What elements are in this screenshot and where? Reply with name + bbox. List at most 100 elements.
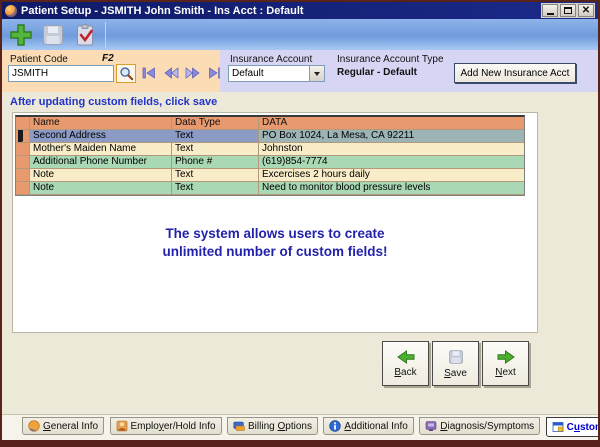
insurance-section: Insurance Account Default Insurance Acco… <box>220 50 598 92</box>
patient-code-input[interactable] <box>8 65 114 82</box>
column-header-data-type: Data Type <box>172 117 259 130</box>
hint-text: After updating custom fields, click save <box>2 93 598 112</box>
general-info-icon <box>28 420 40 432</box>
maximize-button[interactable] <box>560 4 576 17</box>
close-icon: ✕ <box>582 6 590 16</box>
cell-data[interactable]: (619)854-7774 <box>259 156 524 169</box>
row-selector-cell[interactable] <box>16 182 30 195</box>
next-arrow-icon <box>496 350 516 364</box>
cell-data-type[interactable]: Phone # <box>172 156 259 169</box>
cell-name[interactable]: Note <box>30 169 172 182</box>
cell-name[interactable]: Second Address <box>30 130 172 143</box>
first-record-icon <box>141 67 157 79</box>
back-arrow-icon <box>396 350 416 364</box>
insurance-account-value: Default <box>229 68 309 79</box>
add-new-insurance-acct-button[interactable]: Add New Insurance Acct <box>454 63 576 83</box>
cell-data-type[interactable]: Text <box>172 182 259 195</box>
save-record-button[interactable] <box>38 21 68 48</box>
next-button-label: Next <box>495 367 516 378</box>
minimize-button[interactable] <box>542 4 558 17</box>
patient-code-label: Patient Code <box>10 54 68 65</box>
table-row[interactable]: Note Text Need to monitor blood pressure… <box>16 182 524 195</box>
table-row[interactable]: Note Text Excercises 2 hours daily <box>16 169 524 182</box>
column-header-data: DATA <box>259 117 524 130</box>
tab-general-info[interactable]: General Info <box>22 417 104 435</box>
info-message-line1: The system allows users to create <box>13 225 537 243</box>
window-frame: Patient Setup - JSMITH John Smith - Ins … <box>2 2 598 440</box>
row-selector-cell[interactable] <box>16 130 30 143</box>
next-record-button[interactable] <box>184 66 201 80</box>
application-window: Patient Setup - JSMITH John Smith - Ins … <box>0 0 600 447</box>
row-selector-cell[interactable] <box>16 156 30 169</box>
previous-record-button[interactable] <box>162 66 179 80</box>
toolbar-separator <box>105 22 106 48</box>
insurance-account-dropdown[interactable]: Default <box>228 65 325 82</box>
f2-shortcut-label: F2 <box>102 53 114 64</box>
grid-header-row: Name Data Type DATA <box>16 117 524 130</box>
tab-label: Diagnosis/Symptoms <box>440 421 534 432</box>
cell-data-type[interactable]: Text <box>172 130 259 143</box>
insurance-type-value: Regular - Default <box>337 67 417 78</box>
previous-record-icon <box>163 67 179 79</box>
first-record-button[interactable] <box>140 66 157 80</box>
save-button[interactable]: Save <box>432 341 479 386</box>
record-navigator <box>140 66 223 80</box>
window-title: Patient Setup - JSMITH John Smith - Ins … <box>21 5 304 17</box>
plus-icon <box>9 23 33 47</box>
tab-employer-hold-info[interactable]: Employer/Hold Info <box>110 417 222 435</box>
next-record-icon <box>185 67 201 79</box>
cell-data[interactable]: Excercises 2 hours daily <box>259 169 524 182</box>
tab-label: General Info <box>43 421 98 432</box>
cell-data-type[interactable]: Text <box>172 143 259 156</box>
custom-fields-grid: Name Data Type DATA Second Address Text … <box>15 115 525 196</box>
cell-name[interactable]: Additional Phone Number <box>30 156 172 169</box>
custom-fields-icon <box>552 421 564 433</box>
info-icon <box>329 420 341 432</box>
table-row[interactable]: Additional Phone Number Phone # (619)854… <box>16 156 524 169</box>
custom-fields-panel: Name Data Type DATA Second Address Text … <box>12 112 538 333</box>
cell-name[interactable]: Mother's Maiden Name <box>30 143 172 156</box>
row-selector-header <box>16 117 30 130</box>
cell-data-type[interactable]: Text <box>172 169 259 182</box>
row-selector-arrow-icon <box>18 130 23 143</box>
info-message-line2: unlimited number of custom fields! <box>13 243 537 261</box>
employer-icon <box>116 420 128 432</box>
back-button[interactable]: Back <box>382 341 429 386</box>
tab-label: Employer/Hold Info <box>131 421 216 432</box>
patient-code-section: Patient Code F2 <box>2 50 220 92</box>
cell-data[interactable]: PO Box 1024, La Mesa, CA 92211 <box>259 130 524 143</box>
toolbar <box>2 19 598 50</box>
diagnosis-icon <box>425 420 437 432</box>
verify-record-button[interactable] <box>70 21 100 48</box>
tab-diagnosis-symptoms[interactable]: Diagnosis/Symptoms <box>419 417 540 435</box>
back-button-label: Back <box>394 367 416 378</box>
insurance-type-label: Insurance Account Type <box>337 54 444 65</box>
save-floppy-icon <box>448 349 464 365</box>
add-record-button[interactable] <box>6 21 36 48</box>
title-bar[interactable]: Patient Setup - JSMITH John Smith - Ins … <box>2 2 598 19</box>
patient-search-button[interactable] <box>116 64 136 83</box>
tab-billing-options[interactable]: Billing Options <box>227 417 318 435</box>
tab-additional-info[interactable]: Additional Info <box>323 417 413 435</box>
tab-label: Additional Info <box>344 421 407 432</box>
table-row[interactable]: Second Address Text PO Box 1024, La Mesa… <box>16 130 524 143</box>
row-selector-cell[interactable] <box>16 143 30 156</box>
close-button[interactable]: ✕ <box>578 4 594 17</box>
next-button[interactable]: Next <box>482 341 529 386</box>
clipboard-check-icon <box>73 23 97 47</box>
cell-data[interactable]: Johnston <box>259 143 524 156</box>
patient-app-icon <box>5 5 17 17</box>
tab-label: Custom Fields <box>567 422 598 433</box>
billing-icon <box>233 420 245 432</box>
row-selector-cell[interactable] <box>16 169 30 182</box>
info-message: The system allows users to create unlimi… <box>13 225 537 261</box>
tab-custom-fields[interactable]: Custom Fields <box>546 417 598 437</box>
cell-name[interactable]: Note <box>30 182 172 195</box>
search-icon <box>119 66 134 81</box>
column-header-name: Name <box>30 117 172 130</box>
tab-label: Billing Options <box>248 421 312 432</box>
dropdown-button[interactable] <box>309 66 324 81</box>
insurance-account-label: Insurance Account <box>230 54 312 65</box>
table-row[interactable]: Mother's Maiden Name Text Johnston <box>16 143 524 156</box>
cell-data[interactable]: Need to monitor blood pressure levels <box>259 182 524 195</box>
